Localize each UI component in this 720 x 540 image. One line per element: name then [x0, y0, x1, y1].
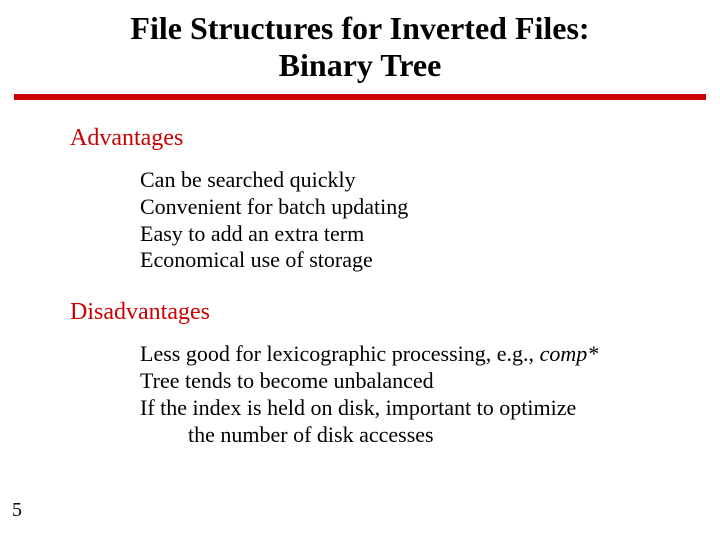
slide-title: File Structures for Inverted Files: Bina…: [0, 0, 720, 90]
disadvantages-list: Less good for lexicographic processing, …: [140, 341, 680, 448]
list-item: Easy to add an extra term: [140, 221, 680, 248]
list-item-continuation: the number of disk accesses: [140, 422, 680, 449]
list-item: If the index is held on disk, important …: [140, 395, 680, 422]
list-item: Economical use of storage: [140, 247, 680, 274]
advantages-list: Can be searched quickly Convenient for b…: [140, 167, 680, 274]
title-line-1: File Structures for Inverted Files:: [60, 10, 660, 47]
list-item: Convenient for batch updating: [140, 194, 680, 221]
page-number: 5: [12, 499, 22, 522]
list-item: Can be searched quickly: [140, 167, 680, 194]
item-text: Less good for lexicographic processing, …: [140, 341, 540, 366]
title-line-2: Binary Tree: [60, 47, 660, 84]
advantages-heading: Advantages: [70, 124, 680, 153]
slide: File Structures for Inverted Files: Bina…: [0, 0, 720, 540]
disadvantages-heading: Disadvantages: [70, 298, 680, 327]
item-emph: comp*: [540, 341, 599, 366]
list-item: Tree tends to become unbalanced: [140, 368, 680, 395]
list-item: Less good for lexicographic processing, …: [140, 341, 680, 368]
slide-body: Advantages Can be searched quickly Conve…: [0, 100, 720, 449]
